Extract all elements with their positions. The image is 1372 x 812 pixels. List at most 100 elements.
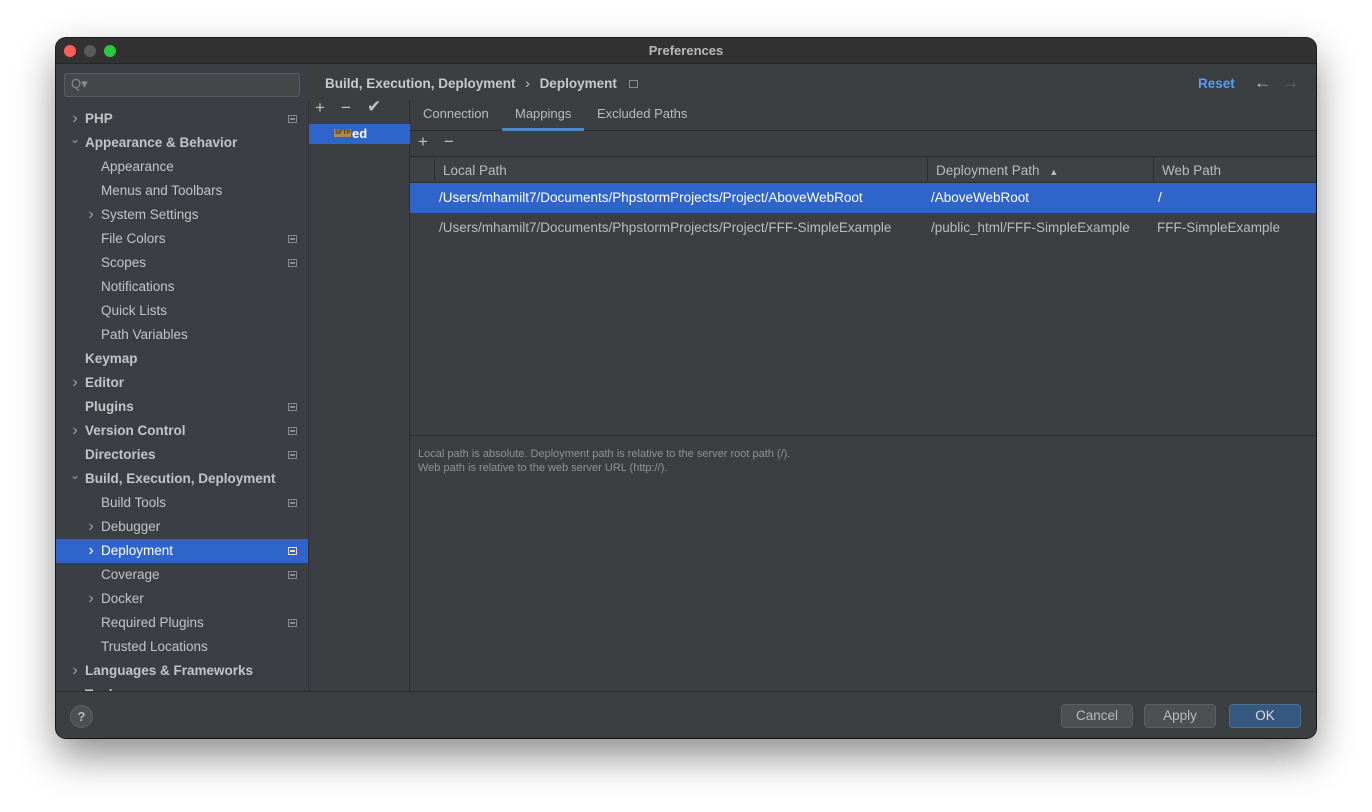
chevron-right-icon[interactable]: › xyxy=(85,587,97,611)
server-name: ed xyxy=(352,126,368,141)
sidebar-item-scopes[interactable]: Scopes xyxy=(56,251,308,275)
sidebar-item-build-execution-deployment[interactable]: ⌄ Build, Execution, Deployment xyxy=(56,467,308,491)
sidebar-item-system-settings[interactable]: › System Settings xyxy=(56,203,308,227)
sidebar-item-menus-and-toolbars[interactable]: Menus and Toolbars xyxy=(56,179,308,203)
project-level-icon xyxy=(288,115,297,123)
zoom-window-button[interactable] xyxy=(104,45,116,57)
chevron-right-icon[interactable]: › xyxy=(69,371,81,395)
remove-mapping-button[interactable]: − xyxy=(444,132,454,152)
sidebar-item-label: Plugins xyxy=(85,399,134,414)
sidebar-item-label: Version Control xyxy=(85,423,186,438)
local-path-cell[interactable]: /Users/mhamilt7/Documents/PhpstormProjec… xyxy=(439,213,925,243)
tab-connection[interactable]: Connection xyxy=(423,100,489,131)
chevron-down-icon[interactable]: ⌄ xyxy=(69,127,81,151)
hint-line-2: Web path is relative to the web server U… xyxy=(418,462,668,474)
sidebar-item-quick-lists[interactable]: Quick Lists xyxy=(56,299,308,323)
chevron-right-icon[interactable]: › xyxy=(85,203,97,227)
chevron-right-icon[interactable]: › xyxy=(69,659,81,683)
breadcrumb-separator: › xyxy=(525,76,530,91)
sidebar-item-label: Coverage xyxy=(101,567,160,582)
row-gutter-header xyxy=(410,158,435,183)
table-row[interactable]: /Users/mhamilt7/Documents/PhpstormProjec… xyxy=(410,183,1316,213)
help-button[interactable]: ? xyxy=(70,705,93,728)
sidebar-item-deployment[interactable]: › Deployment xyxy=(56,539,308,563)
sidebar-item-label: Notifications xyxy=(101,279,175,294)
preferences-window: Preferences Q▾ › PHP ⌄ Appearance & Behavio… xyxy=(56,38,1316,738)
web-path-cell[interactable]: / xyxy=(1158,183,1162,213)
project-level-icon xyxy=(288,427,297,435)
sidebar-item-coverage[interactable]: Coverage xyxy=(56,563,308,587)
chevron-down-icon[interactable]: ⌄ xyxy=(69,463,81,487)
apply-button[interactable]: Apply xyxy=(1144,704,1216,728)
column-header-local-path[interactable]: Local Path xyxy=(435,158,928,183)
add-server-button[interactable]: + xyxy=(315,98,325,118)
cancel-button[interactable]: Cancel xyxy=(1061,704,1133,728)
sidebar-item-label: Build Tools xyxy=(101,495,167,510)
column-header-deployment-path[interactable]: Deployment Path ▲ xyxy=(928,158,1154,183)
sidebar-item-appearance-behavior[interactable]: ⌄ Appearance & Behavior xyxy=(56,131,308,155)
tab-excluded-paths[interactable]: Excluded Paths xyxy=(597,100,687,131)
sidebar-item-label: Editor xyxy=(85,375,124,390)
breadcrumb-current: Deployment xyxy=(539,76,617,91)
tab-mappings[interactable]: Mappings xyxy=(502,100,585,131)
breadcrumb-parent[interactable]: Build, Execution, Deployment xyxy=(325,76,516,91)
sidebar-item-plugins[interactable]: Plugins xyxy=(56,395,308,419)
sidebar-item-build-tools[interactable]: Build Tools xyxy=(56,491,308,515)
back-arrow-icon[interactable]: ← xyxy=(1254,73,1271,93)
chevron-right-icon[interactable]: › xyxy=(69,419,81,443)
sidebar-item-php[interactable]: › PHP xyxy=(56,107,308,131)
table-row[interactable]: /Users/mhamilt7/Documents/PhpstormProjec… xyxy=(410,213,1316,243)
sidebar-item-tools[interactable]: › Tools xyxy=(56,683,308,691)
project-level-icon xyxy=(288,547,297,555)
sidebar-item-directories[interactable]: Directories xyxy=(56,443,308,467)
sidebar-item-file-colors[interactable]: File Colors xyxy=(56,227,308,251)
deployment-path-cell[interactable]: /public_html/FFF-SimpleExample xyxy=(931,213,1130,243)
project-level-icon xyxy=(288,451,297,459)
set-default-server-button[interactable]: ✔ xyxy=(367,97,381,117)
chevron-right-icon[interactable]: › xyxy=(69,683,81,691)
project-level-icon xyxy=(288,499,297,507)
sidebar-item-label: Directories xyxy=(85,447,156,462)
chevron-right-icon[interactable]: › xyxy=(85,515,97,539)
sidebar-item-label: Build, Execution, Deployment xyxy=(85,471,276,486)
remove-server-button[interactable]: − xyxy=(341,98,351,118)
sidebar-item-label: Tools xyxy=(85,683,120,691)
sidebar-item-required-plugins[interactable]: Required Plugins xyxy=(56,611,308,635)
sidebar-item-label: Menus and Toolbars xyxy=(101,183,223,198)
column-header-web-path[interactable]: Web Path xyxy=(1154,158,1316,183)
sidebar-item-label: Keymap xyxy=(85,351,138,366)
sidebar-item-label: Appearance & Behavior xyxy=(85,135,238,150)
sidebar-item-label: Appearance xyxy=(101,159,174,174)
deployment-path-cell[interactable]: /AboveWebRoot xyxy=(931,183,1029,213)
project-level-icon xyxy=(288,619,297,627)
sidebar-item-trusted-locations[interactable]: Trusted Locations xyxy=(56,635,308,659)
breadcrumb: Build, Execution, Deployment › Deploymen… xyxy=(325,76,638,91)
add-mapping-button[interactable]: + xyxy=(418,132,428,152)
local-path-cell[interactable]: /Users/mhamilt7/Documents/PhpstormProjec… xyxy=(439,183,925,213)
ok-button[interactable]: OK xyxy=(1229,704,1301,728)
sidebar-item-docker[interactable]: › Docker xyxy=(56,587,308,611)
chevron-right-icon[interactable]: › xyxy=(85,539,97,563)
sidebar-item-languages-frameworks[interactable]: › Languages & Frameworks xyxy=(56,659,308,683)
sidebar-item-path-variables[interactable]: Path Variables xyxy=(56,323,308,347)
forward-arrow-icon[interactable]: → xyxy=(1282,73,1299,93)
sidebar-item-appearance[interactable]: Appearance xyxy=(56,155,308,179)
close-window-button[interactable] xyxy=(64,45,76,57)
sftp-icon: SFTP xyxy=(334,129,352,137)
search-input[interactable]: Q▾ xyxy=(64,73,300,97)
sidebar-item-version-control[interactable]: › Version Control xyxy=(56,419,308,443)
hint-line-1: Local path is absolute. Deployment path … xyxy=(418,448,791,460)
sidebar-item-label: Docker xyxy=(101,591,144,606)
minimize-window-button[interactable] xyxy=(84,45,96,57)
sidebar-item-label: Languages & Frameworks xyxy=(85,663,254,678)
sidebar-item-label: Trusted Locations xyxy=(101,639,208,654)
web-path-cell[interactable]: FFF-SimpleExample xyxy=(1157,213,1280,243)
mappings-hint: Local path is absolute. Deployment path … xyxy=(418,447,790,475)
project-level-icon xyxy=(288,259,297,267)
reset-link[interactable]: Reset xyxy=(1198,76,1235,91)
sidebar-item-keymap[interactable]: Keymap xyxy=(56,347,308,371)
sidebar-item-editor[interactable]: › Editor xyxy=(56,371,308,395)
sidebar-item-notifications[interactable]: Notifications xyxy=(56,275,308,299)
sidebar-item-debugger[interactable]: › Debugger xyxy=(56,515,308,539)
server-item[interactable]: SFTP ed xyxy=(309,124,410,144)
